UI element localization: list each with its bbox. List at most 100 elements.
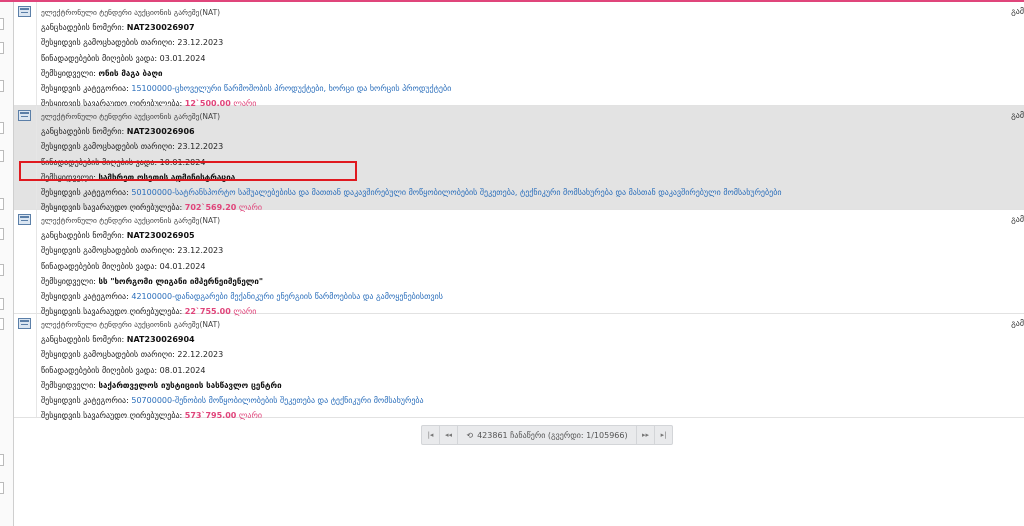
status-text: გამ xyxy=(1011,319,1024,328)
document-icon xyxy=(18,6,31,17)
category-label: შესყიდვის კატეგორია: xyxy=(41,83,129,93)
divider xyxy=(36,210,37,313)
left-panel-handle[interactable] xyxy=(0,42,4,54)
deadline-date: 03.01.2024 xyxy=(159,53,206,63)
buyer-label: შემსყიდველი: xyxy=(41,380,96,390)
left-panel-handle[interactable] xyxy=(0,80,4,92)
buyer-row: შემსყიდველი: საქართველოს იუსტიციის სასწა… xyxy=(41,380,1004,395)
published-date: 23.12.2023 xyxy=(177,38,224,48)
value-label: შესყიდვის სავარაუდო ღირებულება: xyxy=(41,411,183,421)
deadline-date: 08.01.2024 xyxy=(159,365,206,375)
number-row: განცხადების ნომერი: NAT230026904 xyxy=(41,334,1004,349)
category-label: შესყიდვის კატეგორია: xyxy=(41,395,129,405)
category-link[interactable]: 50100000-სატრანსპორტო საშუალებებისა და მ… xyxy=(131,188,781,197)
deadline-label: წინადადებების მიღების ვადა: xyxy=(41,53,158,63)
divider xyxy=(36,2,37,105)
published-row: შესყიდვის გამოცხადების თარიღი: 23.12.202… xyxy=(41,37,1004,52)
buyer-label: შემსყიდველი: xyxy=(41,276,96,286)
currency: ლარი xyxy=(238,411,262,421)
left-panel-handle[interactable] xyxy=(0,318,4,330)
tender-number[interactable]: NAT230026904 xyxy=(127,335,195,344)
tender-type: ელექტრონული ტენდერი აუქციონის გარეშე(NAT… xyxy=(41,320,221,329)
published-date: 22.12.2023 xyxy=(177,350,224,360)
published-row: შესყიდვის გამოცხადების თარიღი: 23.12.202… xyxy=(41,245,1004,260)
category-row: შესყიდვის კატეგორია: 50100000-სატრანსპორ… xyxy=(41,187,1004,202)
divider xyxy=(36,314,37,417)
tender-type: ელექტრონული ტენდერი აუქციონის გარეშე(NAT… xyxy=(41,112,221,121)
tender-number[interactable]: NAT230026907 xyxy=(127,23,195,32)
highlight-box xyxy=(19,161,357,181)
pagination-info: ⟲ 423861 ჩანაწერი (გვერდი: 1/105966) xyxy=(458,431,636,440)
tender-record[interactable]: ელექტრონული ტენდერი აუქციონის გარეშე(NAT… xyxy=(14,314,1024,420)
buyer-row: შემსყიდველი: ონის მაგა ბაღი xyxy=(41,68,1004,83)
number-label: განცხადების ნომერი: xyxy=(41,127,125,137)
left-panel-handle[interactable] xyxy=(0,198,4,210)
status-text: გამ xyxy=(1011,7,1024,16)
document-icon xyxy=(18,110,31,121)
estimated-value: 573`795.00 xyxy=(184,411,237,421)
published-row: შესყიდვის გამოცხადების თარიღი: 23.12.202… xyxy=(41,141,1004,156)
first-page-button[interactable]: |◂ xyxy=(422,426,440,444)
tender-details: ელექტრონული ტენდერი აუქციონის გარეშე(NAT… xyxy=(41,215,1004,321)
status-text: გამ xyxy=(1011,111,1024,120)
number-row: განცხადების ნომერი: NAT230026907 xyxy=(41,22,1004,37)
left-panel-handle[interactable] xyxy=(0,298,4,310)
left-panel-handle[interactable] xyxy=(0,122,4,134)
published-date: 23.12.2023 xyxy=(177,142,224,152)
refresh-icon[interactable]: ⟲ xyxy=(466,431,473,440)
published-label: შესყიდვის გამოცხადების თარიღი: xyxy=(41,142,175,152)
category-link[interactable]: 42100000-დანადგარები მექანიკური ენერგიის… xyxy=(131,292,443,301)
tender-details: ელექტრონული ტენდერი აუქციონის გარეშე(NAT… xyxy=(41,319,1004,425)
category-label: შესყიდვის კატეგორია: xyxy=(41,187,129,197)
buyer-row: შემსყიდველი: სს "ხორგომი ლიგანი იმპერნეი… xyxy=(41,276,1004,291)
tender-type: ელექტრონული ტენდერი აუქციონის გარეშე(NAT… xyxy=(41,8,221,17)
left-panel-handle[interactable] xyxy=(0,150,4,162)
left-panel-handle[interactable] xyxy=(0,482,4,494)
last-page-button[interactable]: ▸| xyxy=(654,426,672,444)
deadline-label: წინადადებების მიღების ვადა: xyxy=(41,261,158,271)
tender-record[interactable]: ელექტრონული ტენდერი აუქციონის გარეშე(NAT… xyxy=(14,2,1024,108)
category-label: შესყიდვის კატეგორია: xyxy=(41,291,129,301)
category-row: შესყიდვის კატეგორია: 15100000-ცხოველური … xyxy=(41,83,1004,98)
deadline-date: 04.01.2024 xyxy=(159,261,206,271)
left-panel-handle[interactable] xyxy=(0,228,4,240)
published-label: შესყიდვის გამოცხადების თარიღი: xyxy=(41,38,175,48)
tender-record[interactable]: ელექტრონული ტენდერი აუქციონის გარეშე(NAT… xyxy=(14,106,1024,212)
deadline-row: წინადადებების მიღების ვადა: 08.01.2024 xyxy=(41,365,1004,380)
document-icon xyxy=(18,214,31,225)
tender-list: ელექტრონული ტენდერი აუქციონის გარეშე(NAT… xyxy=(14,2,1024,420)
deadline-row: წინადადებების მიღების ვადა: 04.01.2024 xyxy=(41,261,1004,276)
number-label: განცხადების ნომერი: xyxy=(41,231,125,241)
tender-type: ელექტრონული ტენდერი აუქციონის გარეშე(NAT… xyxy=(41,216,221,225)
buyer-name: სს "ხორგომი ლიგანი იმპერნეიმენელი" xyxy=(98,276,264,286)
tender-number[interactable]: NAT230026906 xyxy=(127,127,195,136)
published-row: შესყიდვის გამოცხადების თარიღი: 22.12.202… xyxy=(41,349,1004,364)
document-icon xyxy=(18,318,31,329)
category-link[interactable]: 15100000-ცხოველური წარმოშობის პროდუქტები… xyxy=(131,84,451,93)
status-text: გამ xyxy=(1011,215,1024,224)
left-panel-handle[interactable] xyxy=(0,264,4,276)
value-row: შესყიდვის სავარაუდო ღირებულება: 573`795.… xyxy=(41,410,1004,425)
category-row: შესყიდვის კატეგორია: 42100000-დანადგარებ… xyxy=(41,291,1004,306)
deadline-label: წინადადებების მიღების ვადა: xyxy=(41,365,158,375)
records-count: 423861 ჩანაწერი (გვერდი: 1/105966) xyxy=(477,430,628,440)
tender-number[interactable]: NAT230026905 xyxy=(127,231,195,240)
left-panel-handle[interactable] xyxy=(0,18,4,30)
pagination-bar: |◂ ◂◂ ⟲ 423861 ჩანაწერი (გვერდი: 1/10596… xyxy=(421,425,673,445)
tender-record[interactable]: ელექტრონული ტენდერი აუქციონის გარეშე(NAT… xyxy=(14,210,1024,316)
number-row: განცხადების ნომერი: NAT230026905 xyxy=(41,230,1004,245)
category-link[interactable]: 50700000-შენობის მოწყობილობების შეკეთება… xyxy=(131,396,423,405)
left-side-panel xyxy=(0,2,14,526)
buyer-label: შემსყიდველი: xyxy=(41,68,96,78)
next-page-button[interactable]: ▸▸ xyxy=(636,426,654,444)
number-row: განცხადების ნომერი: NAT230026906 xyxy=(41,126,1004,141)
buyer-name: ონის მაგა ბაღი xyxy=(98,68,163,78)
number-label: განცხადების ნომერი: xyxy=(41,23,125,33)
prev-page-button[interactable]: ◂◂ xyxy=(440,426,458,444)
published-label: შესყიდვის გამოცხადების თარიღი: xyxy=(41,350,175,360)
tender-details: ელექტრონული ტენდერი აუქციონის გარეშე(NAT… xyxy=(41,7,1004,113)
left-panel-handle[interactable] xyxy=(0,454,4,466)
published-date: 23.12.2023 xyxy=(177,246,224,256)
number-label: განცხადების ნომერი: xyxy=(41,335,125,345)
buyer-name: საქართველოს იუსტიციის სასწავლო ცენტრი xyxy=(98,380,282,390)
